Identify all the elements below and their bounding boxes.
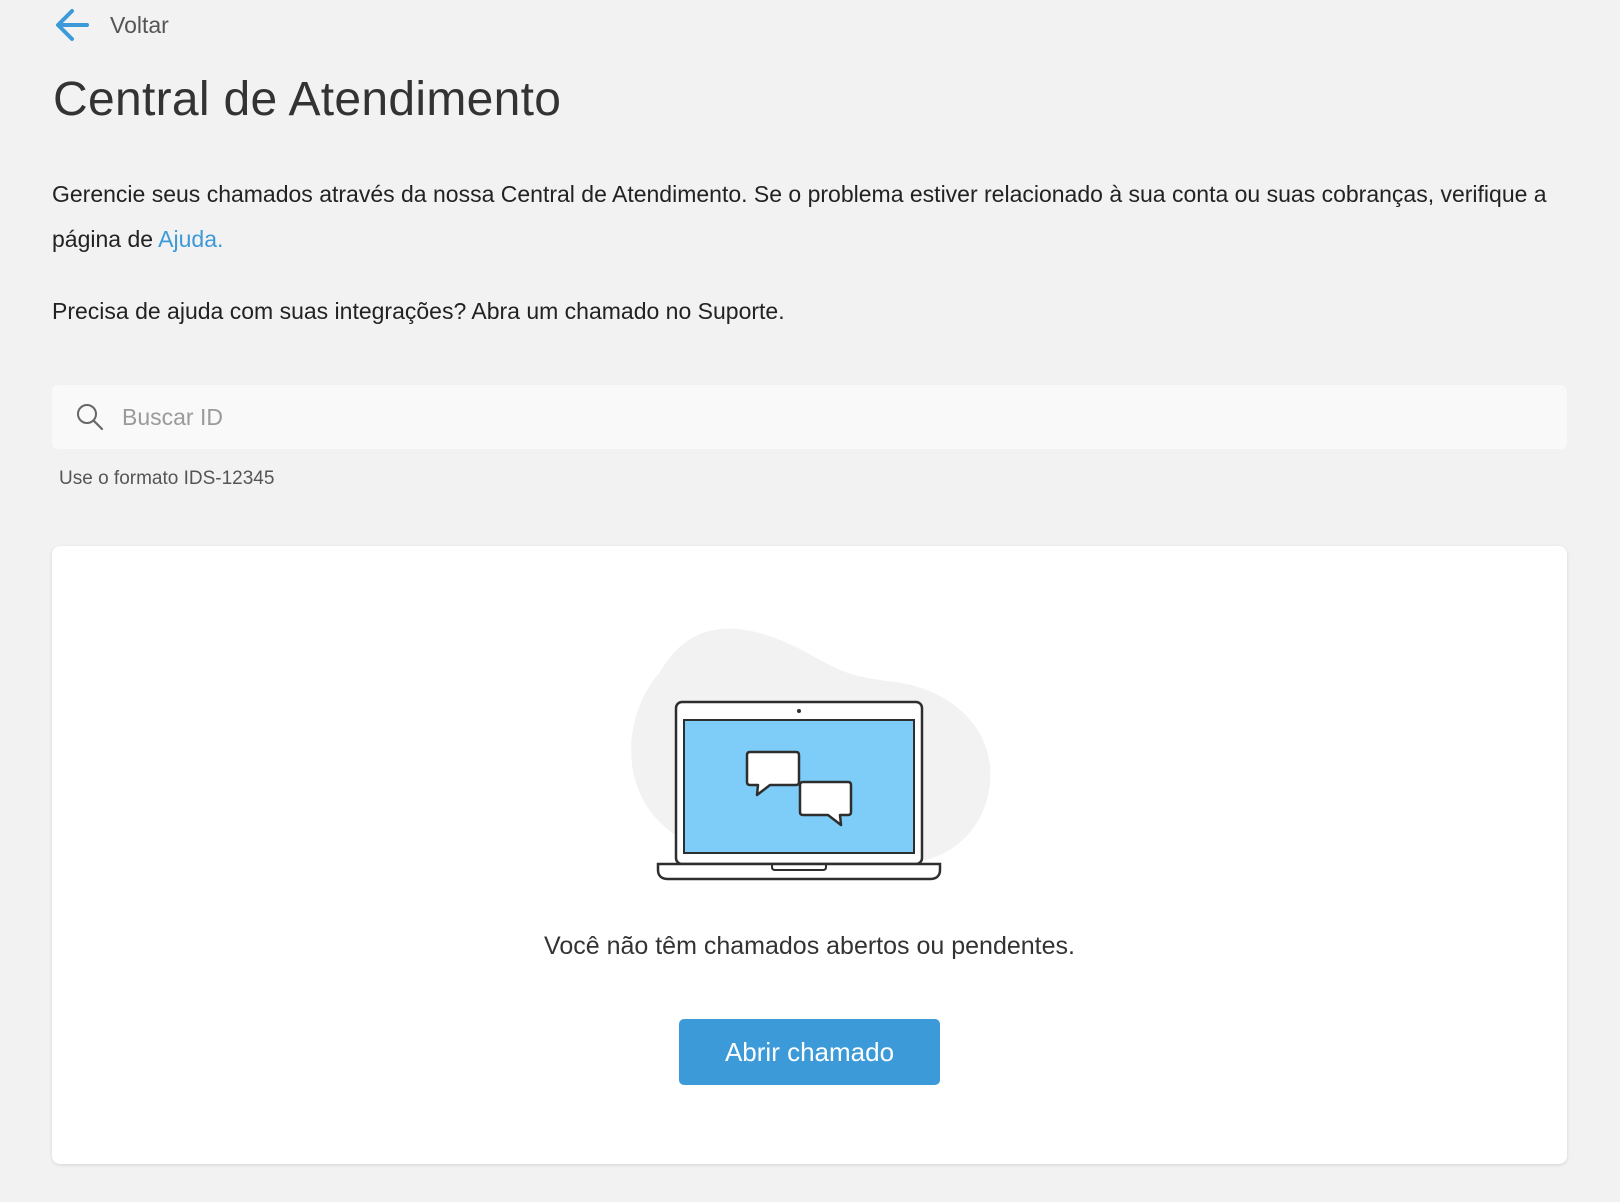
- help-link[interactable]: Ajuda.: [158, 226, 223, 252]
- open-ticket-button[interactable]: Abrir chamado: [679, 1019, 940, 1085]
- search-icon: [76, 403, 104, 431]
- back-label: Voltar: [110, 11, 169, 38]
- page-title: Central de Atendimento: [53, 73, 562, 126]
- laptop-chat-icon: [610, 622, 1000, 887]
- search-hint: Use o formato IDS-12345: [59, 468, 275, 489]
- intro-text-body: Gerencie seus chamados através da nossa …: [52, 181, 1547, 252]
- search-box: [52, 385, 1567, 449]
- empty-state-message: Você não têm chamados abertos ou pendent…: [544, 932, 1075, 960]
- tickets-card: Você não têm chamados abertos ou pendent…: [52, 546, 1567, 1164]
- back-link[interactable]: Voltar: [54, 8, 169, 42]
- arrow-left-icon: [54, 8, 90, 42]
- search-input[interactable]: [120, 396, 1524, 438]
- support-text: Precisa de ajuda com suas integrações? A…: [52, 298, 785, 324]
- intro-text: Gerencie seus chamados através da nossa …: [52, 172, 1582, 262]
